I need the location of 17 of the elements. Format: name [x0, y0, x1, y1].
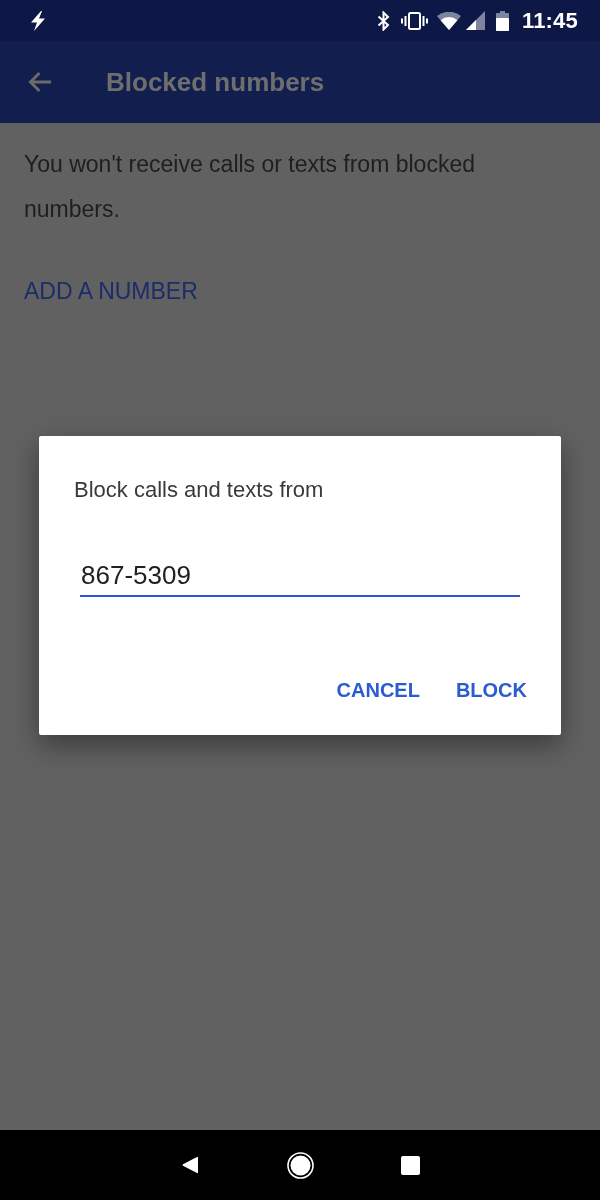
back-icon[interactable]	[181, 1156, 199, 1174]
confirm-button[interactable]: BLOCK	[447, 670, 535, 710]
recents-icon[interactable]	[400, 1155, 420, 1175]
number-field[interactable]: 867-5309	[80, 555, 520, 597]
home-icon[interactable]	[286, 1151, 314, 1179]
vibrate-icon	[400, 11, 428, 30]
lightning-icon	[30, 10, 46, 31]
dialog-title: Block calls and texts from	[74, 476, 325, 504]
screen-title: Blocked numbers	[106, 66, 325, 98]
signal-icon	[465, 11, 485, 30]
clock-time: 11:45	[521, 7, 578, 34]
battery-icon	[495, 10, 509, 31]
bluetooth-icon	[376, 10, 390, 31]
description-text: You won't receive calls or texts from blocked numbers.	[24, 150, 476, 224]
dialog-button[interactable]: CANCEL	[328, 670, 428, 710]
wifi-icon	[436, 11, 461, 30]
arrow-left-icon	[28, 71, 52, 93]
